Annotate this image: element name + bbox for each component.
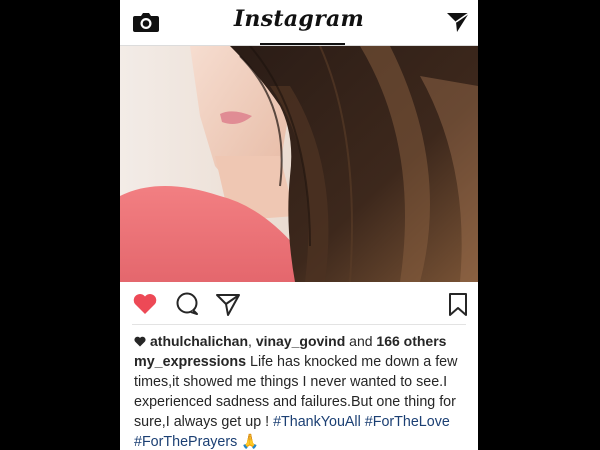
top-bar: Instagram — [120, 0, 478, 46]
instagram-screen: Instagram athulchalichan, vinay_govind a… — [120, 0, 478, 450]
likes-others-link[interactable]: 166 others — [376, 333, 446, 349]
comment-icon[interactable] — [174, 291, 200, 317]
liker-user-2[interactable]: vinay_govind — [256, 333, 345, 349]
direct-message-icon[interactable] — [446, 10, 470, 34]
title-underline — [260, 43, 345, 45]
likes-line: athulchalichan, vinay_govind and 166 oth… — [134, 333, 446, 349]
post-actions — [120, 282, 478, 324]
post-photo[interactable] — [120, 46, 478, 282]
app-title: Instagram — [233, 6, 365, 32]
caption-username[interactable]: my_expressions — [134, 354, 246, 370]
hashtag-fortheprayers[interactable]: #ForThePrayers — [134, 434, 237, 450]
hashtag-forthelove[interactable]: #ForTheLove — [365, 414, 450, 430]
actions-divider — [132, 324, 466, 325]
heart-icon[interactable] — [132, 291, 158, 317]
praying-hands-emoji: 🙏 — [241, 434, 260, 450]
likes-separator: , — [248, 333, 256, 349]
liker-user-1[interactable]: athulchalichan — [150, 333, 248, 349]
photo-image — [120, 46, 478, 282]
post-caption: my_expressions Life has knocked me down … — [134, 352, 469, 450]
small-heart-icon — [134, 336, 146, 347]
share-icon[interactable] — [215, 291, 241, 317]
bookmark-icon[interactable] — [445, 291, 471, 317]
likes-and-text: and — [345, 333, 377, 349]
hashtag-thankyouall[interactable]: #ThankYouAll — [273, 414, 361, 430]
